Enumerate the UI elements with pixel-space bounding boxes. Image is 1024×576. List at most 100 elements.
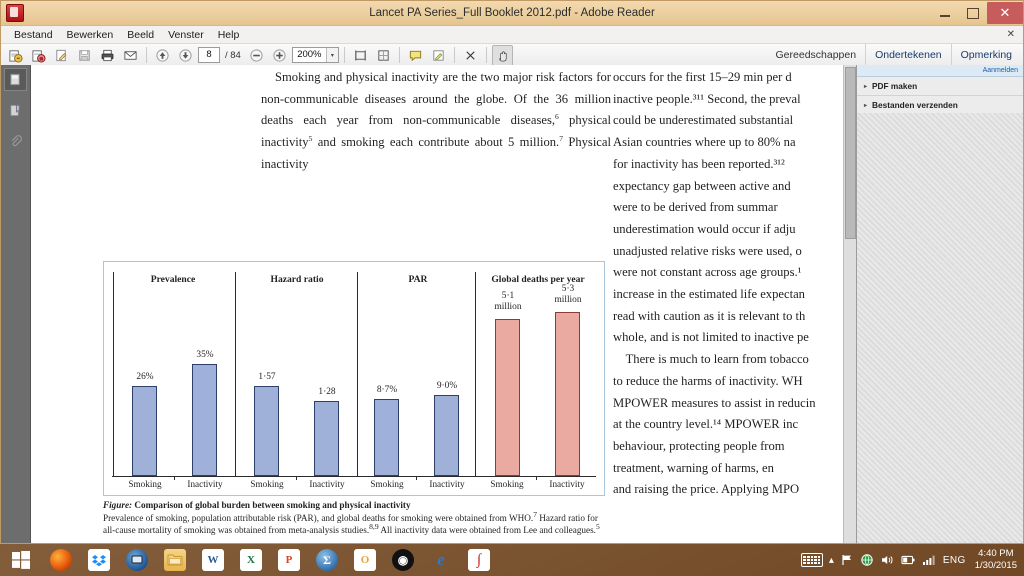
touch-keyboard-icon[interactable] bbox=[800, 553, 823, 567]
chevron-down-icon[interactable]: ▾ bbox=[325, 48, 338, 62]
attachments-icon[interactable] bbox=[5, 130, 26, 151]
word-icon[interactable]: W bbox=[194, 544, 232, 576]
chart-bar-value-hazard-inactivity: 1·28 bbox=[318, 387, 336, 397]
chart-bar-value-deaths-inactivity-number: 5·3 bbox=[561, 284, 575, 294]
chart-bar-value-prevalence-inactivity: 35% bbox=[196, 350, 214, 360]
fit-page-icon[interactable] bbox=[373, 45, 394, 66]
tools-pane-empty-area bbox=[857, 113, 1023, 543]
save-icon[interactable] bbox=[74, 45, 95, 66]
signal-icon[interactable] bbox=[922, 553, 937, 567]
figure-caption-body-1: Prevalence of smoking, population attrib… bbox=[103, 512, 534, 523]
clock[interactable]: 4:40 PM 1/30/2015 bbox=[972, 548, 1017, 572]
show-hidden-icons-chevron-icon[interactable]: ▴ bbox=[829, 555, 834, 566]
network-icon[interactable] bbox=[860, 553, 874, 567]
chart-bar-par-smoking bbox=[374, 399, 399, 476]
chart-bar-value-deaths-inactivity: 5·3 million bbox=[542, 284, 594, 306]
tools-pane-item-create-pdf[interactable]: ▸ PDF maken bbox=[857, 77, 1023, 96]
zoom-in-icon[interactable] bbox=[269, 45, 290, 66]
menu-item-beeld[interactable]: Beeld bbox=[120, 28, 161, 42]
bookmarks-icon[interactable] bbox=[5, 100, 26, 121]
wireless-icon[interactable]: ◉ bbox=[384, 544, 422, 576]
navigation-rail bbox=[1, 65, 31, 543]
chart-baseline bbox=[112, 476, 596, 478]
document-viewport[interactable]: Smoking and physical inactivity are the … bbox=[30, 65, 1023, 543]
menu-item-help[interactable]: Help bbox=[211, 28, 247, 42]
zoom-level-combobox[interactable]: 200% ▾ bbox=[291, 47, 339, 63]
file-explorer-icon[interactable] bbox=[156, 544, 194, 576]
action-center-icon[interactable] bbox=[840, 553, 854, 567]
outlook-icon[interactable]: O bbox=[346, 544, 384, 576]
chart-axis-line-4 bbox=[475, 272, 476, 477]
sigma-app-icon[interactable]: Σ bbox=[308, 544, 346, 576]
chart-cat-label-smoking: Smoking bbox=[250, 479, 284, 489]
close-button[interactable]: ✕ bbox=[987, 2, 1023, 24]
paragraph-left: Smoking and physical inactivity are the … bbox=[261, 67, 611, 176]
close-document-icon[interactable]: ✕ bbox=[1007, 29, 1015, 40]
powerpoint-icon[interactable]: P bbox=[270, 544, 308, 576]
adobe-reader-icon[interactable]: ∫ bbox=[460, 544, 498, 576]
system-tray: ▴ ENG 4:40 PM 1/30/2015 bbox=[800, 544, 1024, 576]
previous-page-icon[interactable] bbox=[152, 45, 173, 66]
hand-tool-icon[interactable] bbox=[491, 44, 513, 66]
dropbox-icon[interactable] bbox=[80, 544, 118, 576]
next-page-icon[interactable] bbox=[175, 45, 196, 66]
tools-pane-item-label: Bestanden verzenden bbox=[872, 100, 958, 110]
chart-bar-value-deaths-smoking-number: 5·1 bbox=[501, 291, 515, 301]
document-scrollbar[interactable] bbox=[843, 65, 857, 543]
clock-time: 4:40 PM bbox=[978, 548, 1014, 559]
save-secure-icon[interactable] bbox=[28, 45, 49, 66]
chart-cat-label-inactivity: Inactivity bbox=[309, 479, 345, 489]
paragraph-left-part3: and smoking each contribute about 5 mill… bbox=[312, 135, 560, 150]
menu-item-bestand[interactable]: Bestand bbox=[7, 28, 60, 42]
remote-desktop-icon[interactable] bbox=[118, 544, 156, 576]
screen: Lancet PA Series_Full Booklet 2012.pdf -… bbox=[0, 0, 1024, 576]
chart-bar-value-prevalence-smoking: 26% bbox=[136, 372, 154, 382]
chart-tick bbox=[174, 476, 175, 480]
email-icon[interactable] bbox=[120, 45, 141, 66]
menu-item-bewerken[interactable]: Bewerken bbox=[60, 28, 121, 42]
zoom-level-value: 200% bbox=[297, 49, 322, 60]
chevron-right-icon: ▸ bbox=[864, 102, 868, 109]
page-thumbnails-icon[interactable] bbox=[4, 68, 27, 91]
chart-bar-value-par-inactivity: 9·0% bbox=[436, 381, 458, 391]
tools-pane-item-label: PDF maken bbox=[872, 81, 918, 91]
toolbar-separator bbox=[485, 47, 487, 63]
signin-link[interactable]: Aanmelden bbox=[983, 67, 1018, 74]
internet-explorer-icon[interactable]: e bbox=[422, 544, 460, 576]
minimize-button[interactable] bbox=[931, 3, 959, 23]
toolbar-separator bbox=[453, 47, 455, 63]
taskbar: W X P Σ O ◉ e ∫ ▴ ENG 4:40 PM 1/30/2015 bbox=[0, 544, 1024, 576]
fit-width-icon[interactable] bbox=[350, 45, 371, 66]
battery-icon[interactable] bbox=[900, 553, 916, 567]
chart-axis-line-2 bbox=[235, 272, 236, 477]
toolbar-separator bbox=[343, 47, 345, 63]
language-indicator[interactable]: ENG bbox=[943, 555, 966, 566]
select-tool-icon[interactable] bbox=[460, 45, 481, 66]
menu-item-venster[interactable]: Venster bbox=[161, 28, 211, 42]
sign-button[interactable]: Ondertekenen bbox=[865, 44, 951, 66]
firefox-icon[interactable] bbox=[42, 544, 80, 576]
chart-bar-value-par-smoking: 8·7% bbox=[376, 385, 398, 395]
chart-axis-line-1 bbox=[113, 272, 114, 477]
maximize-button[interactable] bbox=[959, 3, 987, 23]
comment-button[interactable]: Opmerking bbox=[950, 44, 1021, 66]
comment-icon[interactable] bbox=[405, 45, 426, 66]
chart-axis-line-3 bbox=[357, 272, 358, 477]
open-file-icon[interactable] bbox=[5, 45, 26, 66]
excel-icon[interactable]: X bbox=[232, 544, 270, 576]
highlight-icon[interactable] bbox=[428, 45, 449, 66]
volume-icon[interactable] bbox=[880, 553, 894, 567]
chart-cat-label-smoking: Smoking bbox=[128, 479, 162, 489]
adobe-reader-icon bbox=[6, 4, 24, 22]
edit-pdf-icon[interactable] bbox=[51, 45, 72, 66]
windows-start-icon[interactable] bbox=[0, 544, 42, 576]
scrollbar-thumb[interactable] bbox=[845, 67, 856, 239]
chart-bar-value-hazard-smoking: 1·57 bbox=[258, 372, 276, 382]
print-icon[interactable] bbox=[97, 45, 118, 66]
tools-button[interactable]: Gereedschappen bbox=[767, 44, 866, 66]
page-number-input[interactable]: 8 bbox=[198, 47, 220, 63]
tools-pane: Aanmelden ▸ PDF maken ▸ Bestanden verzen… bbox=[856, 65, 1023, 543]
title-bar: Lancet PA Series_Full Booklet 2012.pdf -… bbox=[1, 1, 1023, 26]
clock-date: 1/30/2015 bbox=[974, 560, 1017, 571]
zoom-out-icon[interactable] bbox=[246, 45, 267, 66]
